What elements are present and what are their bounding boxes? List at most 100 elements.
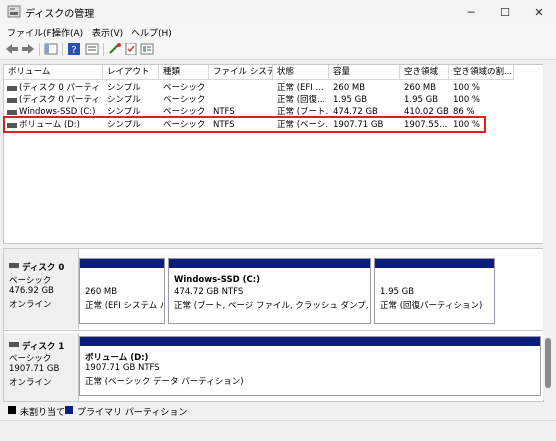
disk-size: 1907.71 GB [9, 364, 60, 374]
partition-c[interactable]: Windows-SSD (C:) 474.72 GB NTFS 正常 (ブート,… [168, 258, 371, 324]
cell-status: 正常 (回復... [277, 95, 326, 105]
disk-state: オンライン [9, 300, 52, 310]
cell-status: 正常 (ブート... [277, 107, 329, 115]
cell-type: ベーシック [163, 107, 206, 115]
legend-unallocated: 未割り当て [20, 408, 66, 418]
status-bar [0, 420, 556, 441]
partition-status: 正常 (ベーシック データ パーティション) [85, 377, 244, 387]
header-type[interactable]: 種類 [159, 65, 209, 80]
cell-type: ベーシック [163, 95, 206, 105]
partition-recovery[interactable]: 1.95 GB 正常 (回復パーティション) [374, 258, 495, 324]
cell-free: 410.02 GB [404, 107, 449, 115]
maximize-button[interactable]: ☐ [488, 0, 522, 24]
disk-type: ベーシック [9, 354, 52, 364]
cell-type: ベーシック [163, 83, 206, 93]
partition-title: ボリューム (D:) [85, 353, 149, 363]
disk-size: 476.92 GB [9, 286, 54, 296]
header-status[interactable]: 状態 [273, 65, 329, 80]
legend-primary: プライマリ パーティション [77, 408, 188, 418]
cell-free: 1.95 GB [404, 95, 439, 105]
partition-size: 1907.71 GB NTFS [85, 363, 160, 373]
drive-icon [7, 110, 17, 115]
partition-size: 260 MB [85, 287, 118, 297]
checklist-icon[interactable] [124, 43, 138, 55]
cell-capacity: 1.95 GB [333, 95, 368, 105]
menu-help[interactable]: ヘルプ(H) [131, 26, 172, 39]
cell-free: 260 MB [404, 83, 437, 93]
primary-swatch [65, 406, 73, 414]
partition-status: 正常 (ブート, ページ ファイル, クラッシュ ダンプ, ベーシック デー [174, 301, 368, 311]
properties-icon[interactable] [85, 43, 99, 55]
drive-icon [7, 98, 17, 103]
drive-icon [7, 86, 17, 91]
close-button[interactable]: ✕ [522, 0, 556, 24]
legend: 未割り当て プライマリ パーティション [3, 403, 555, 418]
table-row[interactable]: (ディスク 0 パーティショ... シンプル ベーシック 正常 (EFI ...… [4, 83, 543, 94]
back-icon[interactable] [5, 43, 19, 55]
cell-free-percent: 86 % [453, 107, 475, 115]
table-row[interactable]: Windows-SSD (C:) シンプル ベーシック NTFS 正常 (ブート… [4, 107, 543, 115]
partition-title: Windows-SSD (C:) [174, 275, 260, 285]
disk-icon [9, 342, 19, 347]
disk-0-label[interactable]: ディスク 0 ベーシック 476.92 GB オンライン [4, 249, 79, 329]
partition-bar [375, 259, 494, 268]
cell-status: 正常 (EFI ... [277, 83, 324, 93]
cell-layout: シンプル [107, 95, 141, 105]
menu-view[interactable]: 表示(V) [92, 26, 123, 39]
disk-1-label[interactable]: ディスク 1 ベーシック 1907.71 GB オンライン [4, 333, 79, 401]
header-layout[interactable]: レイアウト [103, 65, 159, 80]
cell-capacity: 260 MB [333, 83, 366, 93]
partition-size: 1.95 GB [380, 287, 415, 297]
partition-bar [169, 259, 370, 268]
partition-efi[interactable]: 260 MB 正常 (EFI システム パー [79, 258, 165, 324]
disk-management-app-icon [7, 5, 21, 18]
header-capacity[interactable]: 容量 [329, 65, 400, 80]
view-icon[interactable] [140, 43, 154, 55]
header-free-space[interactable]: 空き領域 [400, 65, 449, 80]
cell-filesystem: NTFS [213, 107, 235, 115]
disk-name: ディスク 1 [22, 342, 65, 352]
cell-free-percent: 100 % [453, 83, 481, 93]
cell-volume: (ディスク 0 パーティショ... [19, 83, 101, 93]
partition-status: 正常 (回復パーティション) [380, 301, 483, 311]
window-title: ディスクの管理 [25, 9, 95, 20]
partition-size: 474.72 GB NTFS [174, 287, 244, 297]
minimize-button[interactable]: ─ [454, 0, 488, 24]
cell-volume: Windows-SSD (C:) [19, 107, 96, 115]
help-icon[interactable]: ? [67, 43, 81, 55]
partition-bar [80, 259, 164, 268]
disk-state: オンライン [9, 378, 52, 388]
cell-volume: (ディスク 0 パーティショ... [19, 95, 101, 105]
header-free-percent[interactable]: 空き領域の割... [449, 65, 514, 80]
vertical-scrollbar[interactable] [543, 64, 555, 244]
cell-capacity: 474.72 GB [333, 107, 378, 115]
header-filesystem[interactable]: ファイル システム [209, 65, 273, 80]
title-bar: ディスクの管理 ─ ☐ ✕ [0, 0, 556, 24]
partition-d[interactable]: ボリューム (D:) 1907.71 GB NTFS 正常 (ベーシック データ… [79, 336, 541, 396]
cell-layout: シンプル [107, 83, 141, 93]
table-row[interactable]: (ディスク 0 パーティショ... シンプル ベーシック 正常 (回復... 1… [4, 95, 543, 106]
volume-list: ボリューム レイアウト 種類 ファイル システム 状態 容量 空き領域 空き領域… [3, 64, 544, 244]
partition-status: 正常 (EFI システム パー [85, 301, 163, 311]
console-tree-icon[interactable] [44, 43, 58, 55]
menu-action[interactable]: 操作(A) [52, 26, 83, 39]
menu-file[interactable]: ファイル(F) [7, 26, 55, 39]
disk-view-scrollbar[interactable] [543, 248, 555, 400]
partition-bar [80, 337, 540, 346]
selection-highlight [3, 116, 486, 133]
svg-text:?: ? [71, 45, 76, 55]
divider [4, 330, 543, 331]
toolbar: ? [0, 40, 556, 60]
unallocated-swatch [8, 406, 16, 414]
connect-icon[interactable] [108, 43, 122, 55]
disk-name: ディスク 0 [22, 263, 65, 273]
scrollbar-thumb[interactable] [545, 338, 551, 388]
cell-free-percent: 100 % [453, 95, 481, 105]
header-volume[interactable]: ボリューム [4, 65, 103, 80]
forward-icon[interactable] [21, 43, 35, 55]
menu-bar: ファイル(F) 操作(A) 表示(V) ヘルプ(H) [0, 24, 556, 40]
cell-layout: シンプル [107, 107, 141, 115]
disk-view: ディスク 0 ベーシック 476.92 GB オンライン 260 MB 正常 (… [3, 248, 544, 402]
disk-icon [9, 263, 19, 268]
disk-type: ベーシック [9, 276, 52, 286]
